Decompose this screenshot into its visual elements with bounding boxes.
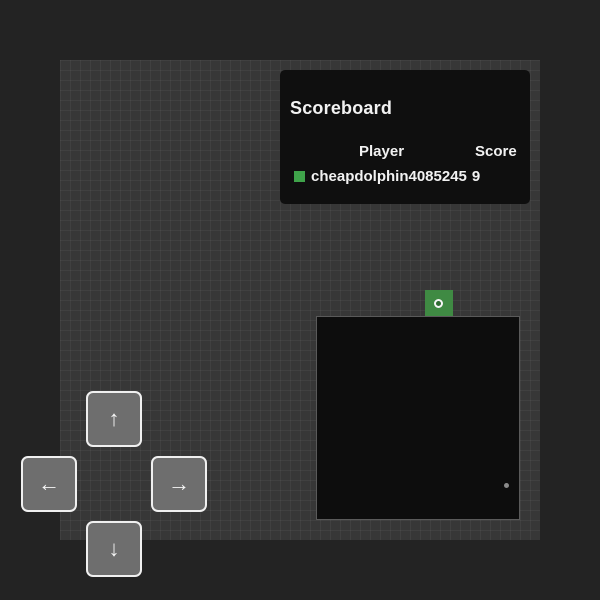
left-button[interactable]: ← xyxy=(21,456,77,512)
down-button[interactable]: ↓ xyxy=(86,521,142,577)
right-button[interactable]: → xyxy=(151,456,207,512)
up-button[interactable]: ↑ xyxy=(86,391,142,447)
scoreboard-title: Scoreboard xyxy=(290,98,393,118)
arrow-left-icon: ← xyxy=(38,471,60,496)
arrow-right-icon: → xyxy=(168,471,190,496)
player-score: 9 xyxy=(471,167,481,185)
scoreboard-panel: Scoreboard Player Score cheapdolphin4085… xyxy=(280,70,530,204)
arrow-up-icon: ↑ xyxy=(108,406,120,431)
snake-head xyxy=(425,290,453,316)
game-stage: Scoreboard Player Score cheapdolphin4085… xyxy=(0,0,600,600)
minimap xyxy=(316,316,520,520)
player-name: cheapdolphin4085245 xyxy=(311,167,467,185)
score-column-header: Score xyxy=(475,143,517,160)
player-column-header: Player xyxy=(359,143,405,160)
scoreboard-row: cheapdolphin4085245 9 xyxy=(294,167,480,185)
minimap-dot xyxy=(504,483,509,488)
player-color-swatch xyxy=(294,170,305,182)
arrow-down-icon: ↓ xyxy=(108,536,120,561)
snake-eye-icon xyxy=(434,299,443,308)
